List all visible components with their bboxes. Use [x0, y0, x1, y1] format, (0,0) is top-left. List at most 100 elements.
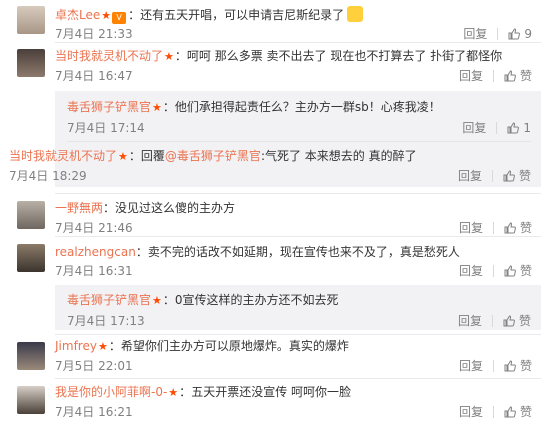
comment-time: 7月4日 16:31: [55, 264, 133, 278]
comment-actions: 回复 赞: [459, 69, 532, 83]
verified-star-icon: ★: [152, 294, 162, 307]
username[interactable]: 当时我就灵机不动了: [55, 49, 163, 63]
thumbs-up-icon: [503, 315, 515, 327]
comment-line: realzhengcan：卖不完的话改不如延期，现在宣传也来不及了，真是愁死人: [55, 244, 460, 260]
like-button[interactable]: 赞: [504, 405, 532, 419]
verified-star-icon: ★: [118, 150, 128, 163]
like-count: 赞: [519, 69, 532, 83]
username[interactable]: 当时我就灵机不动了: [9, 149, 117, 163]
like-button[interactable]: 1: [507, 121, 531, 135]
like-button[interactable]: 赞: [504, 69, 532, 83]
reply-text: 0宣传这样的主办方还不如去死: [174, 293, 339, 307]
comment-actions: 回复 赞: [459, 221, 532, 235]
like-count: 赞: [519, 405, 532, 419]
reply-button[interactable]: 回复: [459, 221, 483, 235]
action-divider: [492, 70, 494, 82]
comment-text: 希望你们主办方可以原地爆炸。真实的爆炸: [120, 339, 349, 353]
like-count: 9: [524, 27, 532, 41]
comment-item: 卓杰Lee★ V ：还有五天开唱，可以申请吉尼斯纪录了 7月4日 21:33 回复 …: [0, 0, 554, 41]
avatar[interactable]: [17, 49, 45, 77]
action-divider: [492, 360, 494, 372]
avatar[interactable]: [17, 6, 45, 34]
colon: ：: [174, 49, 187, 63]
comment-divider: [55, 193, 541, 194]
comment-actions: 回复 赞: [459, 359, 532, 373]
comment-item: 一野無两：没见过这么傻的主办方 7月4日 21:46 回复 赞: [0, 195, 554, 235]
reply-button[interactable]: 回复: [458, 169, 482, 183]
like-button[interactable]: 赞: [504, 359, 532, 373]
comment-item: 当时我就灵机不动了★：呵呵 那么多票 卖不出去了 现在也不打算去了 扑街了都怪你…: [0, 43, 554, 87]
action-divider: [497, 28, 499, 40]
comment-time: 7月4日 16:21: [55, 405, 133, 419]
comment-line: 当时我就灵机不动了★：呵呵 那么多票 卖不出去了 现在也不打算去了 扑街了都怪你: [55, 48, 502, 65]
reply-line: 毒舌狮子铲黑官★：0宣传这样的主办方还不如去死: [67, 292, 339, 309]
comment-divider: [55, 378, 541, 379]
comment-divider: [55, 236, 541, 237]
verified-star-icon: ★: [152, 101, 162, 114]
like-count: 赞: [519, 264, 532, 278]
mention-link[interactable]: @毒舌狮子铲黑官: [165, 149, 261, 163]
reply-text: 他们承担得起责任么？主办方一群sb！心疼我凌！: [174, 100, 441, 114]
avatar[interactable]: [17, 342, 45, 370]
thumbs-up-icon: [508, 28, 521, 40]
reply-button[interactable]: 回复: [459, 405, 483, 419]
username[interactable]: 毒舌狮子铲黑官: [67, 100, 151, 114]
action-divider: [492, 222, 494, 234]
username[interactable]: 我是你的小阿菲啊-0-: [55, 385, 167, 399]
reply-thread: 毒舌狮子铲黑官★：他们承担得起责任么？主办方一群sb！心疼我凌！ 7月4日 17…: [9, 91, 541, 187]
like-button[interactable]: 赞: [504, 221, 532, 235]
colon: ：: [162, 293, 175, 307]
username[interactable]: Jimfrey: [55, 339, 97, 353]
username[interactable]: 一野無两: [55, 201, 103, 215]
like-button[interactable]: 9: [508, 27, 532, 41]
thumbs-up-icon: [504, 360, 516, 372]
reply-thread: 毒舌狮子铲黑官★：0宣传这样的主办方还不如去死 7月4日 17:13 回复 赞: [55, 285, 541, 330]
username[interactable]: 卓杰Lee: [55, 8, 100, 22]
username[interactable]: realzhengcan: [55, 245, 136, 259]
username[interactable]: 毒舌狮子铲黑官: [67, 293, 151, 307]
reply-actions: 回复 1: [462, 121, 531, 135]
comment-text: 五天开票还没宣传 呵呵你一脸: [191, 385, 352, 399]
avatar[interactable]: [17, 201, 45, 229]
doge-emoji-icon: [347, 6, 364, 22]
reply-button[interactable]: 回复: [459, 264, 483, 278]
comment-time: 7月4日 21:33: [55, 27, 133, 41]
comment-line: 我是你的小阿菲啊-0-★：五天开票还没宣传 呵呵你一脸: [55, 384, 351, 401]
like-button[interactable]: 赞: [503, 314, 531, 328]
thumbs-up-icon: [504, 222, 516, 234]
reply-button[interactable]: 回复: [459, 359, 483, 373]
like-count: 赞: [518, 169, 531, 183]
vip-badge-icon: V: [112, 12, 127, 24]
like-button[interactable]: 赞: [503, 169, 531, 183]
reply-time: 7月4日 18:29: [9, 169, 87, 183]
reply-button[interactable]: 回复: [459, 69, 483, 83]
reply-time: 7月4日 17:13: [67, 314, 145, 328]
reply-button[interactable]: 回复: [462, 121, 486, 135]
reply-button[interactable]: 回复: [463, 27, 487, 41]
reply-prefix: 回覆: [140, 149, 165, 163]
avatar[interactable]: [17, 386, 45, 414]
avatar[interactable]: [17, 244, 45, 272]
comment-actions: 回复 赞: [459, 264, 532, 278]
reply-divider: [67, 141, 531, 142]
colon: ：: [162, 100, 175, 114]
reply-actions: 回复 赞: [458, 169, 531, 183]
action-divider: [492, 406, 494, 418]
like-button[interactable]: 赞: [504, 264, 532, 278]
verified-star-icon: ★: [168, 386, 179, 399]
like-count: 1: [523, 121, 531, 135]
comment-actions: 回复 赞: [459, 405, 532, 419]
reply-line: 当时我就灵机不动了★：回覆@毒舌狮子铲黑官:气死了 本来想去的 真的醉了: [9, 148, 417, 165]
colon: ：: [128, 149, 141, 163]
reply-button[interactable]: 回复: [458, 314, 482, 328]
comment-item: realzhengcan：卖不完的话改不如延期，现在宣传也来不及了，真是愁死人 …: [0, 238, 554, 282]
thumbs-up-icon: [507, 122, 520, 134]
comment-line: 卓杰Lee★ V ：还有五天开唱，可以申请吉尼斯纪录了: [55, 6, 364, 24]
comment-text: 呵呵 那么多票 卖不出去了 现在也不打算去了 扑街了都怪你: [186, 49, 503, 63]
verified-star-icon: ★: [164, 50, 174, 63]
colon: ：: [179, 385, 192, 399]
comment-item: Jimfrey★：希望你们主办方可以原地爆炸。真实的爆炸 7月5日 22:01 …: [0, 336, 554, 380]
comment-line: 一野無两：没见过这么傻的主办方: [55, 200, 235, 216]
verified-star-icon: ★: [101, 9, 112, 22]
comment-line: Jimfrey★：希望你们主办方可以原地爆炸。真实的爆炸: [55, 338, 349, 355]
